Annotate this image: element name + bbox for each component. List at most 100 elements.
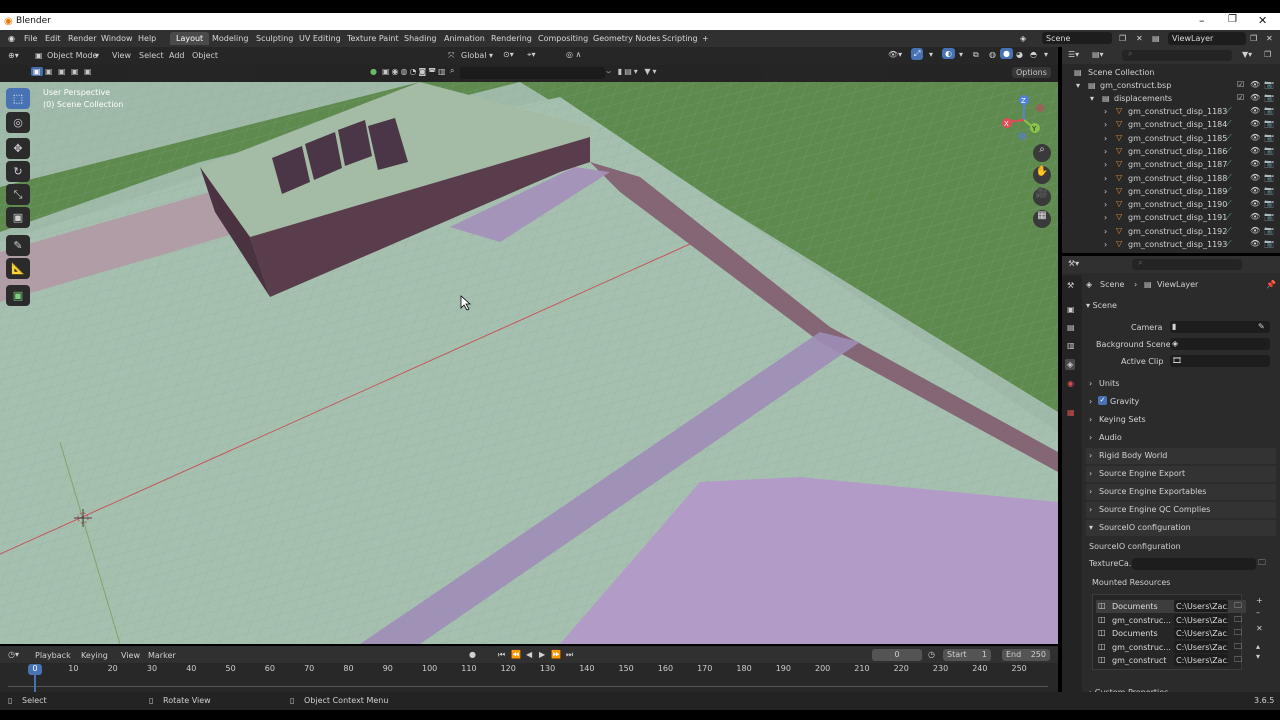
- outliner-filter-icon[interactable]: ▼▾: [1242, 50, 1252, 59]
- collection-camera-icon[interactable]: 📷: [1264, 80, 1274, 89]
- jump-end-icon[interactable]: ⏭: [566, 650, 573, 660]
- menu-edit[interactable]: Edit: [45, 34, 61, 43]
- transform-orientation-icon[interactable]: ⤧: [448, 51, 454, 61]
- render-camera-icon[interactable]: 📷: [1264, 146, 1274, 155]
- blender-menu-icon[interactable]: ◉: [8, 34, 15, 43]
- maximize-icon[interactable]: ❐: [1228, 14, 1237, 25]
- resource-path-field[interactable]: C:\Users\Zac...: [1174, 600, 1228, 612]
- visibility-eye-icon[interactable]: 👁: [1250, 133, 1260, 142]
- background-scene-field[interactable]: [1170, 338, 1270, 350]
- move-down-icon[interactable]: ▾: [1256, 652, 1260, 661]
- ortho-toggle-icon[interactable]: ▦: [1033, 210, 1051, 228]
- panel-header[interactable]: › Keying Sets: [1086, 412, 1276, 428]
- output-tab-icon[interactable]: ▤: [1067, 323, 1075, 332]
- render-camera-icon[interactable]: 📷: [1264, 239, 1274, 248]
- camera-field[interactable]: [1170, 321, 1270, 333]
- outliner-row-root[interactable]: ▤ Scene Collection: [1062, 67, 1280, 80]
- camera-view-icon[interactable]: 🎥: [1033, 188, 1051, 206]
- resource-row[interactable]: ◫ gm_construc...C:\Users\Zac... 🗀: [1096, 613, 1246, 627]
- panel-header[interactable]: › Source Engine Exportables: [1086, 484, 1276, 500]
- render-camera-icon[interactable]: 📷: [1264, 106, 1274, 115]
- collection-checkbox-icon[interactable]: ☑: [1237, 80, 1244, 89]
- outliner-editor-icon[interactable]: ☰▾: [1068, 50, 1079, 59]
- select-box-tool-icon[interactable]: ⬚: [6, 88, 30, 109]
- new-collection-icon[interactable]: ❐: [1264, 50, 1271, 59]
- add-cube-tool-icon[interactable]: ▣: [6, 285, 30, 306]
- timeline-menu-marker[interactable]: Marker: [148, 651, 176, 660]
- tab-uv-editing[interactable]: UV Editing: [299, 34, 341, 43]
- scene-icon[interactable]: ◈: [1020, 34, 1026, 43]
- tab-geometry-nodes[interactable]: Geometry Nodes: [593, 34, 660, 43]
- folder-icon[interactable]: 🗀: [1234, 654, 1242, 668]
- expand-chevron-icon[interactable]: ›: [1104, 200, 1107, 209]
- outliner-item[interactable]: › ▽ gm_construct_disp_1188 ⟋ 👁 📷: [1062, 173, 1280, 186]
- render-camera-icon[interactable]: 📷: [1264, 119, 1274, 128]
- visibility-eye-icon[interactable]: 👁: [1250, 119, 1260, 128]
- texture-cache-field[interactable]: [1132, 558, 1256, 570]
- visibility-eye-icon[interactable]: 👁: [1250, 159, 1260, 168]
- expand-chevron-icon[interactable]: ›: [1104, 213, 1107, 222]
- outliner-item[interactable]: › ▽ gm_construct_disp_1183 ⟋ 👁 📷: [1062, 106, 1280, 119]
- minimize-icon[interactable]: –: [1199, 14, 1205, 27]
- menu-help[interactable]: Help: [138, 34, 156, 43]
- jump-keyframe-forward-icon[interactable]: ⏩: [551, 650, 561, 659]
- outliner-item[interactable]: › ▽ gm_construct_disp_1192 ⟋ 👁 📷: [1062, 226, 1280, 239]
- timeline-menu-playback[interactable]: Playback: [35, 651, 71, 660]
- outliner-item[interactable]: › ▽ gm_construct_disp_1185 ⟋ 👁 📷: [1062, 133, 1280, 146]
- overlay-chevron-down-icon[interactable]: ▾: [959, 50, 963, 59]
- viewport-menu-add[interactable]: Add: [169, 51, 185, 60]
- object-mode-dropdown[interactable]: Object Mode: [47, 51, 97, 60]
- select-mode-extend-icon[interactable]: ▣: [45, 67, 53, 76]
- resource-path-field[interactable]: C:\Users\Zac...: [1174, 627, 1228, 639]
- scale-tool-icon[interactable]: ⤡: [6, 184, 30, 205]
- rendered-shading-icon[interactable]: ◓: [1030, 50, 1037, 59]
- transform-tool-icon[interactable]: ▣: [6, 207, 30, 228]
- expand-chevron-icon[interactable]: ›: [1104, 174, 1107, 183]
- add-workspace-icon[interactable]: +: [702, 34, 709, 43]
- snap-icon[interactable]: ⌖▾: [527, 50, 536, 60]
- pan-view-icon[interactable]: ✋: [1033, 166, 1051, 184]
- playhead-frame-badge[interactable]: 0: [28, 664, 42, 675]
- world-tab-icon[interactable]: ◉: [1067, 379, 1074, 388]
- outliner-item[interactable]: › ▽ gm_construct_disp_1189 ⟋ 👁 📷: [1062, 186, 1280, 199]
- resource-row[interactable]: ◫ gm_construc...C:\Users\Zac... 🗀: [1096, 640, 1246, 654]
- panel-header[interactable]: › ✓ Gravity: [1086, 394, 1276, 410]
- gizmo-chevron-down-icon[interactable]: ▾: [929, 50, 933, 59]
- jump-start-icon[interactable]: ⏮: [498, 650, 505, 660]
- visibility-eye-icon[interactable]: 👁: [1250, 226, 1260, 235]
- outliner-item[interactable]: › ▽ gm_construct_disp_1186 ⟋ 👁 📷: [1062, 146, 1280, 159]
- expand-chevron-icon[interactable]: ›: [1104, 147, 1107, 156]
- end-frame-field[interactable]: End 250: [1002, 649, 1050, 661]
- outliner-item[interactable]: › ▽ gm_construct_disp_1191 ⟋ 👁 📷: [1062, 212, 1280, 225]
- remove-viewlayer-icon[interactable]: ✕: [1266, 34, 1273, 43]
- collection-checkbox-icon[interactable]: ☑: [1237, 93, 1244, 102]
- resource-path-field[interactable]: C:\Users\Zac...: [1174, 613, 1228, 626]
- panel-header[interactable]: ▾ SourceIO configuration: [1086, 520, 1276, 536]
- scene-selector[interactable]: Scene: [1042, 32, 1112, 44]
- tab-layout[interactable]: Layout: [170, 32, 210, 45]
- display-mode-icon[interactable]: ▤▾: [1092, 50, 1104, 59]
- render-tab-icon[interactable]: ▣: [1067, 305, 1075, 314]
- options-dropdown[interactable]: Options: [1012, 67, 1051, 78]
- move-up-icon[interactable]: ▴: [1256, 642, 1260, 651]
- menu-file[interactable]: File: [24, 34, 37, 43]
- scene-tab-icon[interactable]: ◈: [1065, 359, 1076, 370]
- pivot-icon[interactable]: ⊙▾: [503, 50, 514, 59]
- view-object-types-icon[interactable]: 👁▾: [888, 50, 902, 59]
- collection-camera-icon[interactable]: 📷: [1264, 93, 1274, 102]
- close-icon[interactable]: ✕: [1258, 14, 1267, 27]
- collection-eye-icon[interactable]: 👁: [1250, 80, 1260, 89]
- remove-resource-icon[interactable]: –: [1256, 608, 1260, 617]
- outliner-item[interactable]: › ▽ gm_construct_disp_1190 ⟋ 👁 📷: [1062, 199, 1280, 212]
- current-frame-field[interactable]: 0: [872, 649, 922, 661]
- expand-chevron-icon[interactable]: ›: [1104, 187, 1107, 196]
- resource-row[interactable]: ◫ Documents C:\Users\Zac... 🗀: [1096, 600, 1246, 613]
- panel-header[interactable]: › Audio: [1086, 430, 1276, 446]
- resource-path-field[interactable]: C:\Users\Zac...: [1174, 640, 1228, 653]
- viewport-filter-icons[interactable]: ⌣ ▮▤▾ ▼▾: [606, 67, 659, 77]
- outliner-row-subcollection[interactable]: ▾ ▤ displacements ☑ 👁 📷: [1062, 93, 1280, 106]
- move-tool-icon[interactable]: ✥: [6, 138, 30, 159]
- material-shading-icon[interactable]: ◕: [1016, 50, 1023, 59]
- render-camera-icon[interactable]: 📷: [1264, 212, 1274, 221]
- tab-texture-paint[interactable]: Texture Paint: [347, 34, 399, 43]
